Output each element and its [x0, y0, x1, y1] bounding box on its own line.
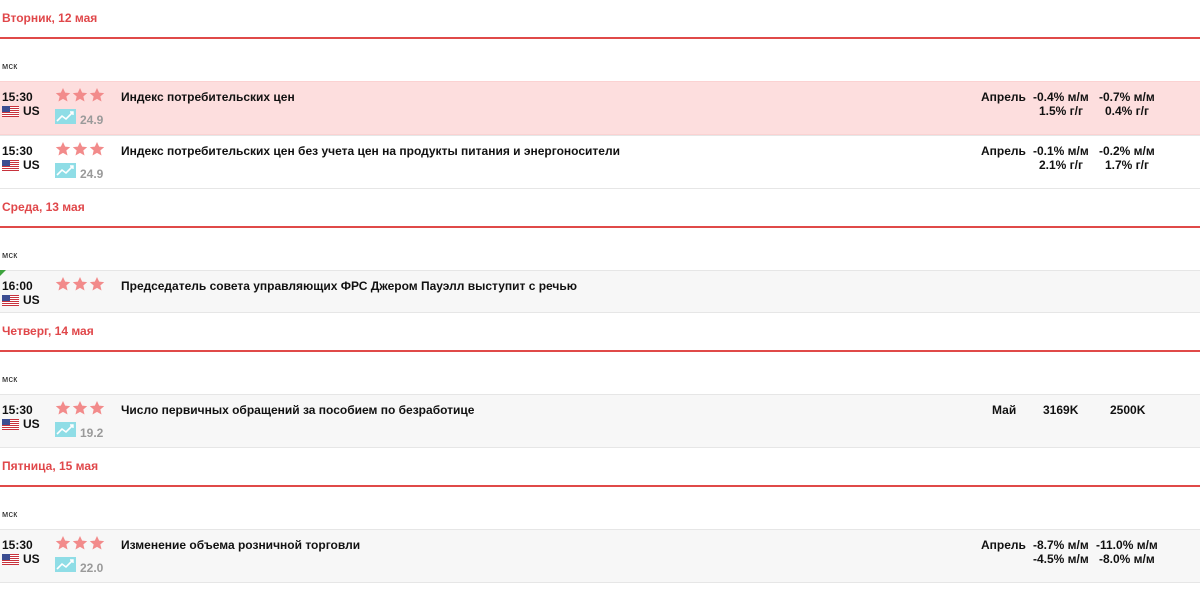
event-previous: -11.0% м/м	[1096, 538, 1158, 552]
star-icon	[55, 400, 71, 416]
country-code: US	[23, 104, 40, 118]
event-time: 15:30	[2, 144, 33, 158]
day-header: Четверг, 14 мая	[0, 313, 1200, 352]
day-header: Среда, 13 мая	[0, 189, 1200, 228]
star-icon	[55, 141, 71, 157]
day-header: Пятница, 15 мая	[0, 448, 1200, 487]
event-forecast: -8.7% м/м	[1033, 538, 1089, 552]
event-forecast: -0.1% м/м	[1033, 144, 1089, 158]
day-header: Вторник, 12 мая	[0, 0, 1200, 39]
event-previous-yoy: 0.4% г/г	[1105, 104, 1150, 118]
star-icon	[89, 535, 105, 551]
star-icon	[72, 141, 88, 157]
event-score: 22.0	[80, 561, 104, 575]
importance-stars	[55, 276, 105, 292]
event-previous-line2: -8.0% м/м	[1099, 552, 1155, 566]
event-previous: -0.7% м/м	[1099, 90, 1155, 104]
star-icon	[89, 141, 105, 157]
event-period: Апрель	[981, 538, 1026, 552]
timezone-label: мск	[2, 61, 18, 71]
country-code: US	[23, 158, 40, 172]
event-previous: 2500K	[1110, 403, 1146, 417]
event-country: US	[2, 158, 40, 172]
event-score: 24.9	[80, 113, 104, 127]
event-period: Апрель	[981, 144, 1026, 158]
day-title: Пятница, 15 мая	[2, 459, 99, 473]
timezone-row: мск	[0, 352, 1200, 394]
importance-stars	[55, 400, 105, 416]
event-forecast-yoy: 1.5% г/г	[1039, 104, 1084, 118]
country-code: US	[23, 293, 40, 307]
country-code: US	[23, 552, 40, 566]
event-forecast-yoy: 2.1% г/г	[1039, 158, 1084, 172]
us-flag-icon	[2, 295, 19, 306]
us-flag-icon	[2, 419, 19, 430]
event-country: US	[2, 552, 40, 566]
event-previous: -0.2% м/м	[1099, 144, 1155, 158]
event-period: Апрель	[981, 90, 1026, 104]
event-country: US	[2, 293, 40, 307]
event-time: 15:30	[2, 403, 33, 417]
star-icon	[72, 535, 88, 551]
star-icon	[55, 87, 71, 103]
event-score: 19.2	[80, 426, 104, 440]
event-country: US	[2, 417, 40, 431]
event-previous-yoy: 1.7% г/г	[1105, 158, 1150, 172]
timezone-row: мск	[0, 228, 1200, 270]
importance-stars	[55, 535, 105, 551]
star-icon	[72, 276, 88, 292]
event-forecast-line2: -4.5% м/м	[1033, 552, 1089, 566]
event-country: US	[2, 104, 40, 118]
timezone-label: мск	[2, 509, 18, 519]
sparkline-icon[interactable]	[55, 109, 76, 124]
event-row[interactable]: 15:30 US 24.9 Индекс потребительских цен…	[0, 81, 1200, 135]
star-icon	[89, 276, 105, 292]
event-time: 16:00	[2, 279, 33, 293]
importance-stars	[55, 87, 105, 103]
event-period: Май	[992, 403, 1017, 417]
event-title[interactable]: Изменение объема розничной торговли	[121, 538, 360, 552]
event-forecast: 3169K	[1043, 403, 1079, 417]
sparkline-icon[interactable]	[55, 557, 76, 572]
star-icon	[72, 87, 88, 103]
sparkline-icon[interactable]	[55, 163, 76, 178]
us-flag-icon	[2, 160, 19, 171]
us-flag-icon	[2, 554, 19, 565]
new-event-marker	[0, 270, 6, 276]
timezone-label: мск	[2, 374, 18, 384]
star-icon	[89, 87, 105, 103]
event-forecast: -0.4% м/м	[1033, 90, 1089, 104]
star-icon	[55, 276, 71, 292]
day-title: Среда, 13 мая	[2, 200, 85, 214]
event-score: 24.9	[80, 167, 104, 181]
day-title: Четверг, 14 мая	[2, 324, 94, 338]
country-code: US	[23, 417, 40, 431]
sparkline-icon[interactable]	[55, 422, 76, 437]
event-title[interactable]: Число первичных обращений за пособием по…	[121, 403, 474, 417]
event-time: 15:30	[2, 538, 33, 552]
us-flag-icon	[2, 106, 19, 117]
event-title[interactable]: Председатель совета управляющих ФРС Джер…	[121, 279, 577, 293]
event-title[interactable]: Индекс потребительских цен	[121, 90, 295, 104]
timezone-row: мск	[0, 487, 1200, 529]
timezone-label: мск	[2, 250, 18, 260]
day-title: Вторник, 12 мая	[2, 11, 98, 25]
event-time: 15:30	[2, 90, 33, 104]
star-icon	[55, 535, 71, 551]
event-row[interactable]: 15:30 US 22.0 Изменение объема розничной…	[0, 529, 1200, 583]
event-row[interactable]: 15:30 US 19.2 Число первичных обращений …	[0, 394, 1200, 448]
event-row[interactable]: 16:00 US Председатель совета управляющих…	[0, 270, 1200, 313]
star-icon	[72, 400, 88, 416]
timezone-row: мск	[0, 39, 1200, 81]
star-icon	[89, 400, 105, 416]
event-row[interactable]: 15:30 US 24.9 Индекс потребительских цен…	[0, 135, 1200, 189]
importance-stars	[55, 141, 105, 157]
event-title[interactable]: Индекс потребительских цен без учета цен…	[121, 144, 620, 158]
